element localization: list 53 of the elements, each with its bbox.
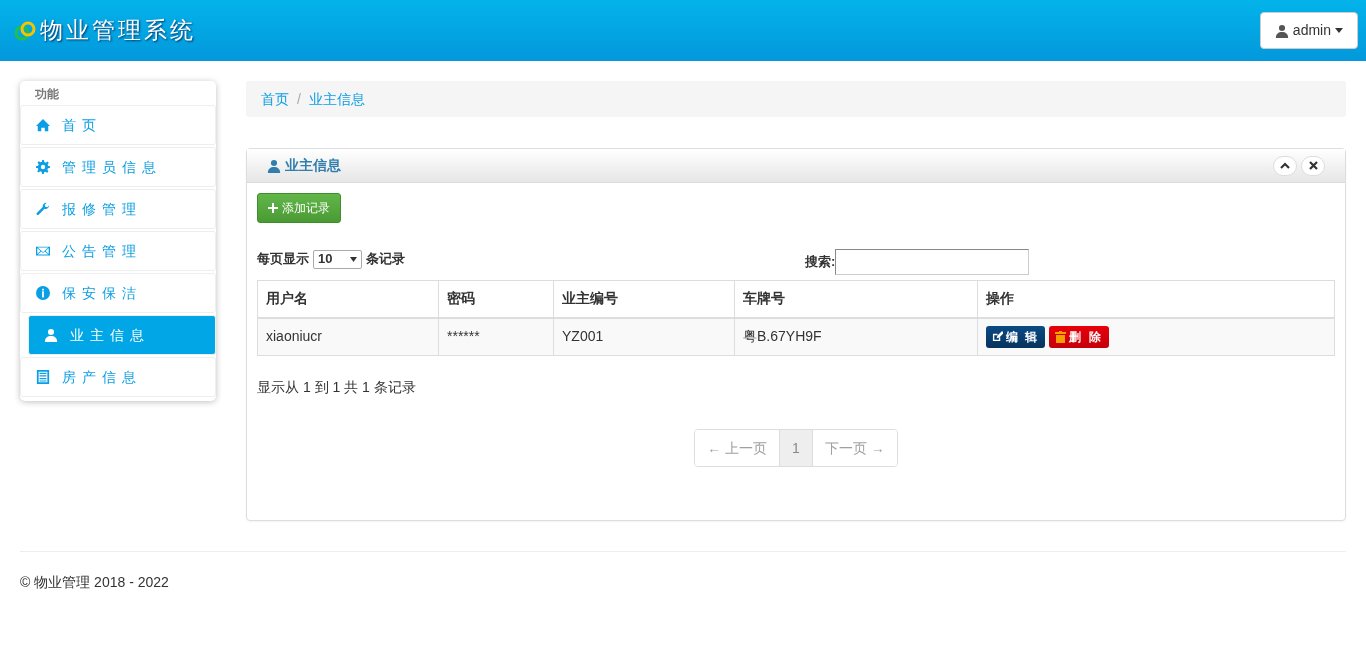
chevron-up-icon [1280,161,1290,170]
column-header: 操作 [977,280,1335,318]
page-length-select[interactable]: 10 [313,249,362,269]
column-header: 业主编号 [553,280,735,318]
sidebar-item[interactable]: 保安保洁 [20,273,216,313]
sidebar-item[interactable]: 房产信息 [20,357,216,397]
table-cell: xiaoniucr [257,317,439,356]
sidebar-item[interactable]: 公告管理 [20,231,216,271]
sidebar-item[interactable]: 业主信息 [28,315,216,355]
app-title: 物业管理系统 [40,16,196,46]
breadcrumb-link[interactable]: 业主信息 [308,88,365,110]
plus-icon [268,203,278,213]
column-header: 车牌号 [734,280,978,318]
close-icon [1308,161,1318,170]
collapse-button[interactable] [1273,155,1297,176]
wrench-icon [36,202,50,216]
search-label: 搜索: [805,253,836,272]
table-cell: ****** [438,317,554,356]
page-length-label: 每页显示 [257,250,309,269]
person-icon [267,158,281,173]
list-icon [36,370,50,384]
info-icon [36,286,50,300]
gear-icon [36,160,50,174]
delete-button[interactable]: 删 除 [1049,325,1109,348]
close-button[interactable] [1301,155,1325,176]
person-icon [44,328,58,342]
sidebar-item[interactable]: 管理员信息 [20,147,216,187]
edit-icon [992,331,1003,343]
caret-icon [1335,28,1343,33]
column-header: 用户名 [257,280,439,318]
person-icon [1274,24,1289,39]
edit-button[interactable]: 编 辑 [986,325,1046,348]
column-header: 密码 [438,280,554,318]
sidebar-item[interactable]: 报修管理 [20,189,216,229]
logo-icon [14,20,36,41]
home-icon [36,118,50,132]
caret-icon [350,256,357,262]
search-field[interactable] [835,249,1030,275]
table-info: 显示从 1 到 1 共 1 条记录 [257,378,417,397]
envelope-icon [36,244,50,258]
sidebar-heading: 功能 [34,86,60,103]
table-cell: 粤B.67YH9F [734,317,978,356]
user-menu-button[interactable]: admin [1259,12,1358,49]
pagination-button[interactable]: 1 [779,430,812,466]
breadcrumb-separator: / [297,89,301,109]
breadcrumb-link[interactable]: 首页 [261,88,289,110]
add-record-button[interactable]: 添加记录 [257,193,341,223]
footer-copyright: © 物业管理 2018 - 2022 [20,574,169,590]
page-length-label: 条记录 [366,250,405,269]
sidebar-item[interactable]: 首页 [20,105,216,145]
panel-title: 业主信息 [267,155,341,176]
trash-icon [1055,330,1067,343]
table-cell: YZ001 [553,317,735,356]
